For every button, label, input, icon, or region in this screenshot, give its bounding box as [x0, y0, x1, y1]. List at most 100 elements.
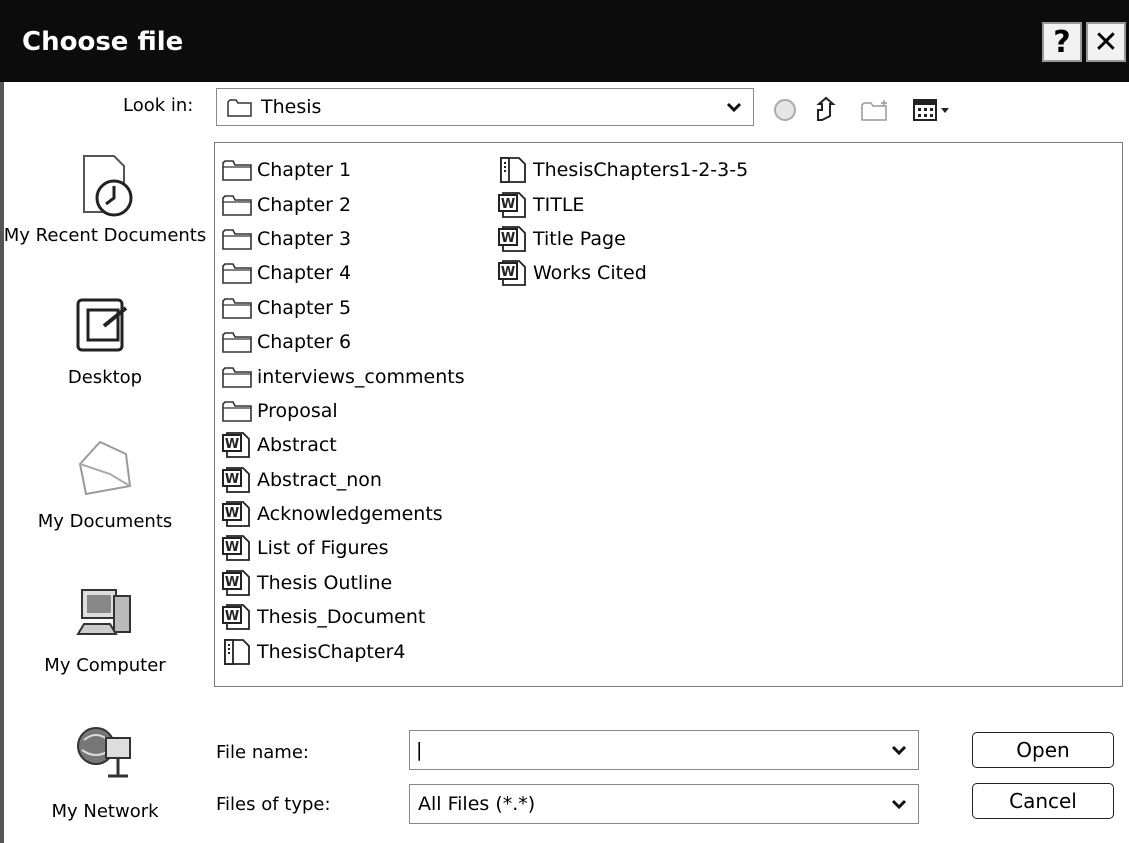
svg-text:W: W: [225, 609, 239, 624]
close-icon: ✕: [1093, 24, 1119, 60]
place-label: My Network: [51, 801, 159, 822]
chevron-down-icon[interactable]: [884, 788, 914, 820]
file-list[interactable]: Chapter 1 Chapter 2 Chapter 3 Chapter 4 Chap…: [214, 142, 1123, 687]
folder-icon: [221, 327, 257, 357]
my-computer-icon: [70, 582, 140, 655]
word-document-icon: W: [221, 499, 257, 529]
file-item[interactable]: W Works Cited: [497, 256, 748, 290]
file-item[interactable]: W Thesis Outline: [221, 566, 465, 600]
file-item-label: interviews_comments: [257, 365, 465, 388]
svg-text:W: W: [501, 265, 515, 280]
file-item-label: Chapter 3: [257, 227, 352, 250]
back-icon[interactable]: [772, 96, 798, 124]
folder-icon: [221, 224, 257, 254]
svg-text:W: W: [225, 540, 239, 555]
close-button[interactable]: ✕: [1086, 22, 1126, 62]
folder-item[interactable]: Chapter 4: [221, 256, 465, 290]
file-list-column-1: Chapter 1 Chapter 2 Chapter 3 Chapter 4 Chap…: [221, 153, 465, 669]
file-item-label: Chapter 1: [257, 159, 352, 182]
recent-documents-icon: [70, 154, 140, 227]
files-of-type-dropdown[interactable]: All Files (*.*): [409, 784, 919, 824]
file-item-label: List of Figures: [257, 537, 389, 560]
folder-icon: [221, 258, 257, 288]
place-label: Desktop: [67, 367, 143, 388]
word-document-icon: W: [221, 602, 257, 632]
word-document-icon: W: [497, 258, 533, 288]
file-item[interactable]: W Acknowledgements: [221, 497, 465, 531]
file-item[interactable]: W List of Figures: [221, 531, 465, 565]
file-name-label: File name:: [216, 742, 309, 763]
file-item-label: Proposal: [257, 399, 338, 422]
file-item[interactable]: W TITLE: [497, 187, 748, 221]
file-item-label: Chapter 4: [257, 262, 352, 285]
open-button[interactable]: Open: [972, 732, 1114, 768]
zip-archive-icon: [221, 637, 257, 667]
folder-item[interactable]: Chapter 2: [221, 187, 465, 221]
word-document-icon: W: [221, 430, 257, 460]
folder-icon: [221, 155, 257, 185]
folder-icon: [221, 190, 257, 220]
folder-item[interactable]: Chapter 6: [221, 325, 465, 359]
folder-item[interactable]: Chapter 5: [221, 291, 465, 325]
word-document-icon: W: [221, 568, 257, 598]
place-label: My Recent Documents: [3, 225, 207, 246]
word-document-icon: W: [497, 190, 533, 220]
folder-icon: [221, 396, 257, 426]
folder-icon: [221, 362, 257, 392]
zip-archive-icon: [497, 155, 533, 185]
cancel-button[interactable]: Cancel: [972, 783, 1114, 819]
svg-text:W: W: [225, 437, 239, 452]
chevron-down-icon[interactable]: [719, 92, 749, 122]
file-item-label: ThesisChapter4: [257, 640, 406, 663]
folder-item[interactable]: Chapter 1: [221, 153, 465, 187]
svg-text:W: W: [501, 231, 515, 246]
file-item[interactable]: W Abstract_non: [221, 463, 465, 497]
file-item-label: Abstract: [257, 434, 337, 457]
my-documents-icon: [70, 434, 140, 511]
files-of-type-label: Files of type:: [216, 794, 331, 815]
file-item-label: Chapter 5: [257, 296, 352, 319]
file-item-label: Abstract_non: [257, 468, 382, 491]
folder-item[interactable]: Chapter 3: [221, 222, 465, 256]
file-item[interactable]: W Abstract: [221, 428, 465, 462]
help-button[interactable]: ?: [1042, 22, 1082, 62]
my-network-icon: [70, 720, 140, 797]
file-item-label: Title Page: [533, 227, 626, 250]
folder-item[interactable]: Proposal: [221, 394, 465, 428]
word-document-icon: W: [497, 224, 533, 254]
files-of-type-value: All Files (*.*): [418, 793, 536, 815]
help-icon: ?: [1053, 24, 1071, 60]
folder-icon: [221, 293, 257, 323]
file-item-label: Thesis Outline: [257, 571, 393, 594]
file-name-input[interactable]: |: [409, 730, 919, 770]
file-item[interactable]: ThesisChapter4: [221, 634, 465, 668]
svg-text:W: W: [225, 575, 239, 590]
file-item-label: Chapter 2: [257, 193, 352, 216]
file-item-label: Acknowledgements: [257, 503, 443, 526]
file-item[interactable]: W Thesis_Document: [221, 600, 465, 634]
view-menu-icon[interactable]: [912, 96, 952, 124]
look-in-dropdown[interactable]: Thesis: [216, 88, 754, 126]
file-item[interactable]: ThesisChapters1-2-3-5: [497, 153, 748, 187]
file-item-label: Chapter 6: [257, 331, 352, 354]
file-list-column-2: ThesisChapters1-2-3-5 W TITLE W Title Page W W…: [497, 153, 748, 291]
place-label: My Computer: [44, 655, 166, 676]
window-title: Choose file: [22, 27, 184, 57]
look-in-value: Thesis: [261, 96, 322, 118]
places-bar: My Recent Documents Desktop My Documents…: [0, 82, 210, 843]
folder-icon: [227, 98, 253, 122]
title-bar: Choose file ? ✕: [0, 0, 1129, 82]
new-folder-icon[interactable]: [860, 96, 892, 124]
place-label: My Documents: [37, 511, 173, 532]
file-item-label: TITLE: [533, 193, 585, 216]
file-item-label: Works Cited: [533, 262, 647, 285]
file-item[interactable]: W Title Page: [497, 222, 748, 256]
word-document-icon: W: [221, 465, 257, 495]
up-folder-icon[interactable]: [812, 96, 840, 124]
folder-item[interactable]: interviews_comments: [221, 359, 465, 393]
file-name-value: |: [416, 739, 423, 761]
chevron-down-icon[interactable]: [884, 734, 914, 766]
file-item-label: ThesisChapters1-2-3-5: [533, 159, 749, 182]
file-item-label: Thesis_Document: [257, 606, 426, 629]
word-document-icon: W: [221, 533, 257, 563]
